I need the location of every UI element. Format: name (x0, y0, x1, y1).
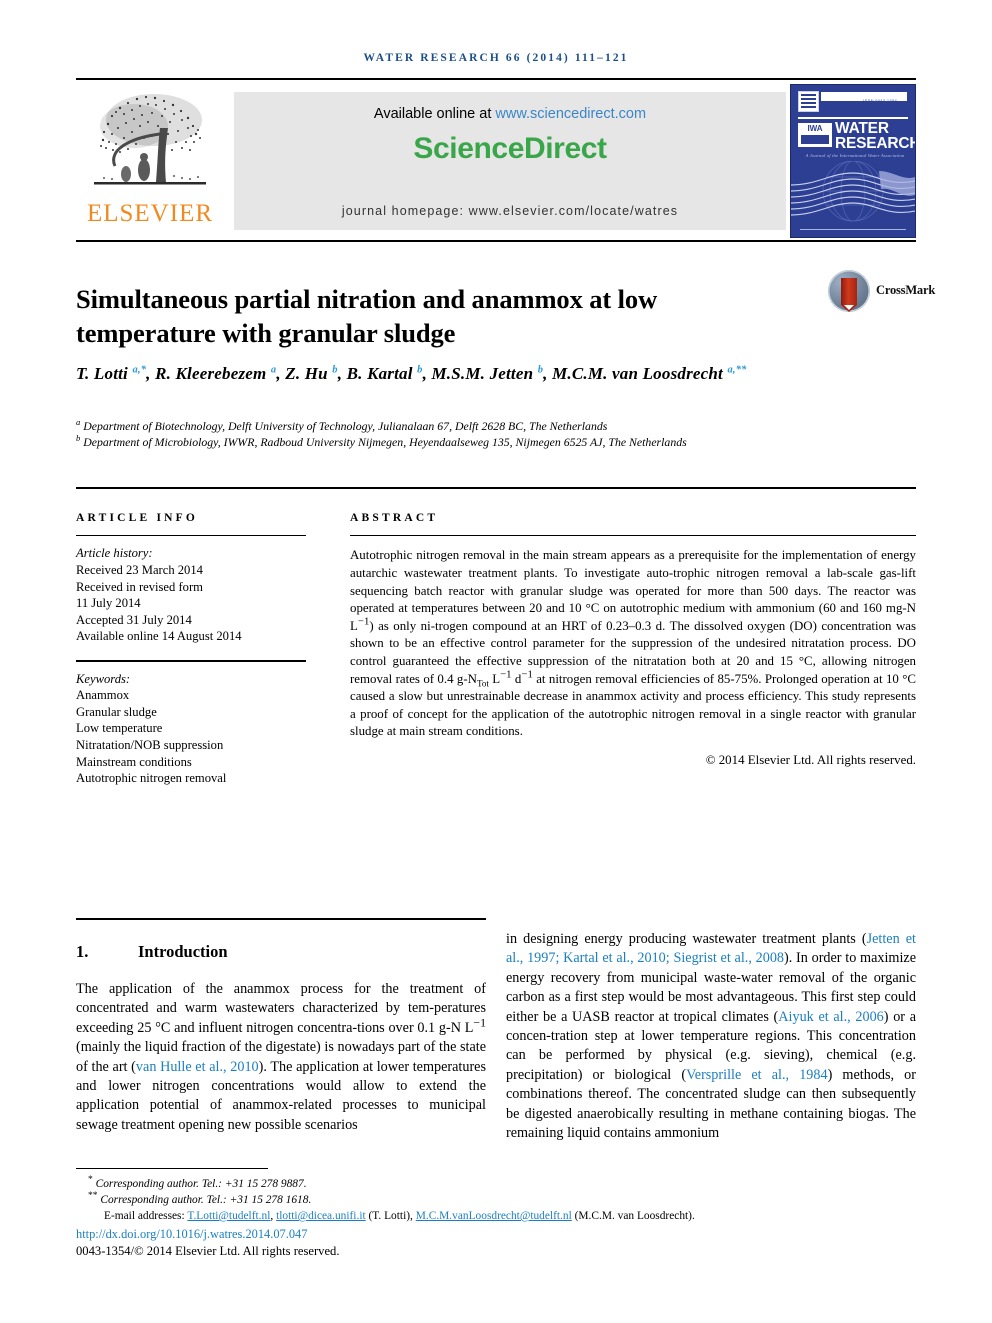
sciencedirect-wordmark: ScienceDirect (413, 132, 607, 165)
email-addresses-line: E-mail addresses: T.Lotti@tudelft.nl, tl… (76, 1208, 921, 1224)
article-info-divider (76, 535, 306, 537)
sciencedirect-banner: Available online at www.sciencedirect.co… (234, 92, 786, 230)
cover-divider-bottom (800, 228, 906, 230)
rule-under-masthead (76, 240, 916, 242)
keywords-label: Keywords: (76, 671, 131, 686)
corresponding-author-2: ** Corresponding author. Tel.: +31 15 27… (76, 1191, 921, 1208)
corresponding-author-1-text: Corresponding author. Tel.: +31 15 278 9… (95, 1178, 307, 1190)
abstract-column: ABSTRACT Autotrophic nitrogen removal in… (350, 512, 916, 768)
affiliation-list: a Department of Biotechnology, Delft Uni… (76, 418, 836, 451)
cover-subtitle: A Journal of the International Water Ass… (805, 153, 905, 158)
crossmark-badge[interactable]: CrossMark (828, 268, 935, 318)
cover-issn-tag: ISSN 0043-1354 (863, 98, 897, 103)
body-column-right: in designing energy producing wastewater… (506, 930, 916, 1143)
section-title: Introduction (138, 942, 228, 961)
history-item: Accepted 31 July 2014 (76, 612, 192, 627)
keywords-divider (76, 659, 306, 662)
abstract-text: Autotrophic nitrogen removal in the main… (350, 548, 916, 739)
footnote-block: * Corresponding author. Tel.: +31 15 278… (76, 1175, 921, 1259)
cover-title-line1: WATER (835, 120, 889, 137)
email-links-container: T.Lotti@tudelft.nl, tlotti@dicea.unifi.i… (187, 1210, 695, 1222)
journal-article-page: water research 66 (2014) 111–121 (0, 0, 992, 1323)
keyword-item: Low temperature (76, 721, 163, 736)
cover-globe-waves-graphic (791, 161, 915, 225)
footnote-divider (76, 1168, 268, 1170)
article-info-heading: ARTICLE INFO (76, 512, 199, 524)
elsevier-wordmark: ELSEVIER (86, 200, 214, 227)
email-label: E-mail addresses: (104, 1210, 185, 1222)
abstract-divider (350, 535, 916, 537)
body-column-left: 1. Introduction The application of the an… (76, 930, 486, 1135)
history-item: Received 23 March 2014 (76, 562, 203, 577)
cover-corner-mark-icon (798, 91, 819, 112)
issn-copyright-line: 0043-1354/© 2014 Elsevier Ltd. All right… (76, 1244, 340, 1258)
abstract-heading: ABSTRACT (350, 512, 439, 524)
keyword-item: Mainstream conditions (76, 754, 192, 769)
iwa-logo-icon: IWA (798, 123, 832, 147)
keyword-item: Anammox (76, 688, 130, 703)
email-link-2[interactable]: tlotti@dicea.unifi.it (276, 1210, 366, 1222)
crossmark-bookmark-icon (841, 278, 857, 312)
history-item: Received in revised form (76, 579, 203, 594)
available-online-prefix: Available online at (373, 106, 496, 122)
email-separator: (M.C.M. van Loosdrecht). (571, 1210, 695, 1222)
iwa-label: IWA (807, 124, 823, 133)
sciencedirect-url-link[interactable]: www.sciencedirect.com (495, 106, 646, 122)
cover-top-bar: ISSN 0043-1354 (821, 92, 907, 103)
history-item: 11 July 2014 (76, 596, 141, 611)
journal-cover-image: ISSN 0043-1354 IWA WATER RESEARCH A Jour… (790, 84, 916, 238)
available-online-line: Available online at www.sciencedirect.co… (234, 106, 786, 122)
elsevier-tree-icon (82, 86, 218, 202)
crossmark-circle-icon (828, 270, 870, 312)
corresponding-author-1: * Corresponding author. Tel.: +31 15 278… (76, 1175, 921, 1192)
cover-journal-title: WATER RESEARCH (835, 120, 916, 152)
crossmark-label: CrossMark (876, 283, 936, 297)
rule-top (76, 78, 916, 80)
affiliation-b: b Department of Microbiology, IWWR, Radb… (76, 433, 687, 450)
keyword-item: Granular sludge (76, 704, 157, 719)
keywords-block: Keywords: Anammox Granular sludge Low te… (76, 671, 306, 787)
article-history-label: Article history: (76, 546, 153, 561)
email-link-1[interactable]: T.Lotti@tudelft.nl (187, 1210, 270, 1222)
cover-divider-top (798, 117, 908, 119)
introduction-paragraph-left: The application of the anammox process f… (76, 981, 487, 1133)
article-info-column: ARTICLE INFO Article history: Received 2… (76, 512, 306, 787)
corresponding-marker-2: ** (88, 1191, 98, 1202)
page-title: Simultaneous partial nitration and anamm… (76, 283, 658, 348)
history-item: Available online 14 August 2014 (76, 629, 242, 644)
masthead: ELSEVIER Available online at www.science… (76, 84, 916, 238)
author-list: T. Lotti a,*, R. Kleerebezem a, Z. Hu b,… (76, 364, 747, 383)
section-heading-introduction: 1. Introduction (76, 942, 486, 962)
journal-homepage-line[interactable]: journal homepage: www.elsevier.com/locat… (234, 204, 786, 218)
rule-above-info (76, 487, 916, 489)
running-head: water research 66 (2014) 111–121 (363, 52, 629, 64)
corresponding-author-2-text: Corresponding author. Tel.: +31 15 278 1… (100, 1194, 312, 1206)
affiliation-a-text: Department of Biotechnology, Delft Unive… (83, 419, 608, 433)
article-history-block: Article history: Received 23 March 2014 … (76, 545, 306, 645)
introduction-paragraph-right: in designing energy producing wastewater… (506, 931, 916, 1142)
elsevier-logo: ELSEVIER (76, 86, 224, 236)
abstract-copyright: © 2014 Elsevier Ltd. All rights reserved… (705, 752, 916, 767)
affiliation-a: a Department of Biotechnology, Delft Uni… (76, 417, 608, 433)
section-number: 1. (76, 942, 89, 961)
corresponding-marker-1: * (88, 1175, 93, 1186)
cover-title-line2: RESEARCH (835, 135, 916, 152)
email-separator: (T. Lotti), (365, 1210, 416, 1222)
rule-above-introduction (76, 918, 486, 920)
doi-link[interactable]: http://dx.doi.org/10.1016/j.watres.2014.… (76, 1226, 921, 1242)
iwa-bar (801, 135, 829, 144)
keyword-item: Autotrophic nitrogen removal (76, 771, 227, 786)
keyword-item: Nitratation/NOB suppression (76, 737, 224, 752)
affiliation-b-text: Department of Microbiology, IWWR, Radbou… (83, 435, 687, 450)
email-link-3[interactable]: M.C.M.vanLoosdrecht@tudelft.nl (416, 1210, 572, 1222)
